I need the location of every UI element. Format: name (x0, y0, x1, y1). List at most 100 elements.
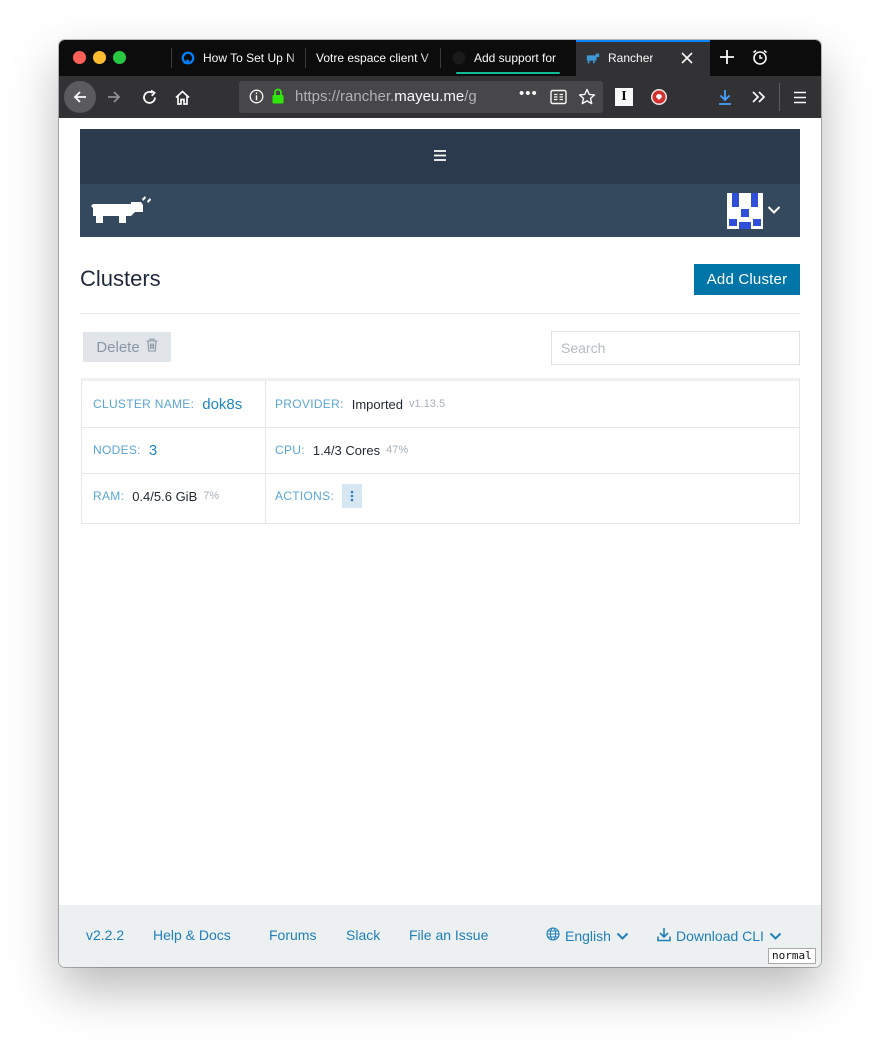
tab-label: Rancher (608, 51, 654, 65)
footer: v2.2.2 Help & Docs Forums Slack File an … (59, 905, 821, 967)
download-cli-menu[interactable]: Download CLI (657, 927, 782, 945)
globe-icon (546, 927, 560, 944)
info-icon[interactable] (249, 89, 264, 109)
ram-percent: 7% (203, 490, 220, 502)
tab-loading-indicator (456, 72, 560, 74)
avatar[interactable] (727, 193, 763, 229)
github-icon (452, 51, 466, 65)
provider-label: PROVIDER: (275, 397, 344, 411)
help-docs-link[interactable]: Help & Docs (153, 927, 231, 943)
card-row-divider (82, 427, 799, 428)
kebab-menu-icon[interactable] (342, 484, 363, 508)
trash-icon (146, 338, 158, 356)
minimize-window-button[interactable] (93, 51, 106, 64)
tab-separator (440, 48, 441, 68)
page-actions-icon[interactable]: ••• (519, 85, 538, 102)
nav-hamburger-icon[interactable] (434, 148, 446, 166)
screenshot-stage: How To Set Up N Votre espace client V Ad… (0, 0, 880, 1046)
download-cli-label: Download CLI (676, 928, 764, 944)
reader-view-icon[interactable] (550, 89, 567, 110)
card-column-divider (265, 381, 266, 524)
toolbar-divider (779, 83, 780, 111)
cpu-value: 1.4/3 Cores (312, 442, 381, 458)
instapaper-icon[interactable]: I (615, 88, 633, 106)
rancher-page: Clusters Add Cluster Delete CLUSTER NAME… (59, 118, 821, 967)
tab-espace-client[interactable]: Votre espace client V (305, 40, 440, 76)
overflow-chevron-icon[interactable] (749, 87, 769, 107)
nodes-label: NODES: (93, 443, 141, 457)
url-bar[interactable]: https://rancher.mayeu.me/g ••• (239, 81, 603, 113)
cluster-name-link[interactable]: dok8s (202, 396, 242, 413)
star-icon[interactable] (578, 88, 596, 111)
add-cluster-button[interactable]: Add Cluster (694, 264, 800, 295)
extension-icon[interactable] (649, 87, 669, 107)
actions-cell: ACTIONS: (275, 473, 363, 519)
lock-icon[interactable] (271, 88, 285, 109)
tab-fade (287, 40, 305, 76)
header-bar (80, 184, 800, 237)
page-title: Clusters (80, 266, 161, 291)
active-tab-indicator (576, 40, 710, 42)
alarm-clock-icon[interactable] (751, 48, 771, 68)
navigation-toolbar: https://rancher.mayeu.me/g ••• I (59, 76, 821, 118)
download-icon (657, 927, 671, 945)
provider-cell: PROVIDER: Imported v1.13.5 (275, 381, 445, 427)
reload-icon[interactable] (139, 87, 159, 107)
language-selector[interactable]: English (546, 927, 629, 944)
provider-value: Imported (351, 396, 404, 412)
home-icon[interactable] (172, 87, 192, 107)
tab-add-support[interactable]: Add support for (440, 40, 576, 76)
rancher-icon (586, 51, 600, 65)
tab-label: How To Set Up N (203, 51, 295, 65)
url-domain: mayeu.me (394, 88, 465, 105)
ram-label: RAM: (93, 489, 125, 503)
provider-version: v1.13.5 (409, 398, 446, 410)
zoom-window-button[interactable] (113, 51, 126, 64)
menu-icon[interactable] (790, 87, 810, 107)
url-prefix: https://rancher. (295, 88, 395, 105)
top-nav-bar (80, 129, 800, 184)
slack-link[interactable]: Slack (346, 927, 380, 943)
ram-cell: RAM: 0.4/5.6 GiB 7% (93, 473, 219, 519)
cpu-cell: CPU: 1.4/3 Cores 47% (275, 427, 408, 473)
forums-link[interactable]: Forums (269, 927, 316, 943)
language-label: English (565, 927, 611, 944)
tab-separator (305, 48, 306, 68)
file-issue-link[interactable]: File an Issue (409, 927, 488, 943)
url-suffix: /g (464, 88, 477, 105)
back-button[interactable] (64, 81, 96, 113)
tab-fade (558, 40, 576, 76)
nodes-link[interactable]: 3 (149, 442, 157, 459)
cluster-name-cell: CLUSTER NAME: dok8s (93, 381, 242, 427)
cluster-name-label: CLUSTER NAME: (93, 397, 195, 411)
close-window-button[interactable] (73, 51, 86, 64)
cluster-card: CLUSTER NAME: dok8s PROVIDER: Imported v… (81, 378, 800, 524)
tab-label: Add support for (474, 51, 557, 65)
rancher-logo[interactable] (91, 196, 151, 231)
version-link[interactable]: v2.2.2 (86, 927, 124, 943)
chevron-down-icon (769, 928, 782, 944)
cpu-label: CPU: (275, 443, 305, 457)
chevron-down-icon[interactable] (767, 202, 783, 218)
tab-how-to-set-up[interactable]: How To Set Up N (171, 40, 305, 76)
delete-button[interactable]: Delete (83, 332, 171, 362)
tab-label: Votre espace client V (316, 51, 429, 65)
chevron-down-icon (616, 928, 629, 944)
digitalocean-icon (181, 51, 195, 65)
close-tab-icon[interactable] (677, 48, 697, 68)
tab-bar: How To Set Up N Votre espace client V Ad… (59, 40, 821, 76)
forward-button[interactable] (104, 87, 124, 107)
title-divider (80, 313, 800, 314)
tab-fade (422, 40, 440, 76)
cpu-percent: 47% (386, 444, 409, 456)
search-input[interactable] (551, 331, 800, 365)
delete-label: Delete (96, 338, 140, 356)
url-text[interactable]: https://rancher.mayeu.me/g (295, 88, 481, 105)
mode-indicator: normal (768, 948, 816, 964)
tab-separator (171, 48, 172, 68)
download-icon[interactable] (715, 87, 735, 107)
nodes-cell: NODES: 3 (93, 427, 157, 473)
new-tab-icon[interactable] (715, 46, 739, 70)
ram-value: 0.4/5.6 GiB (132, 488, 198, 504)
browser-window: How To Set Up N Votre espace client V Ad… (59, 40, 821, 967)
